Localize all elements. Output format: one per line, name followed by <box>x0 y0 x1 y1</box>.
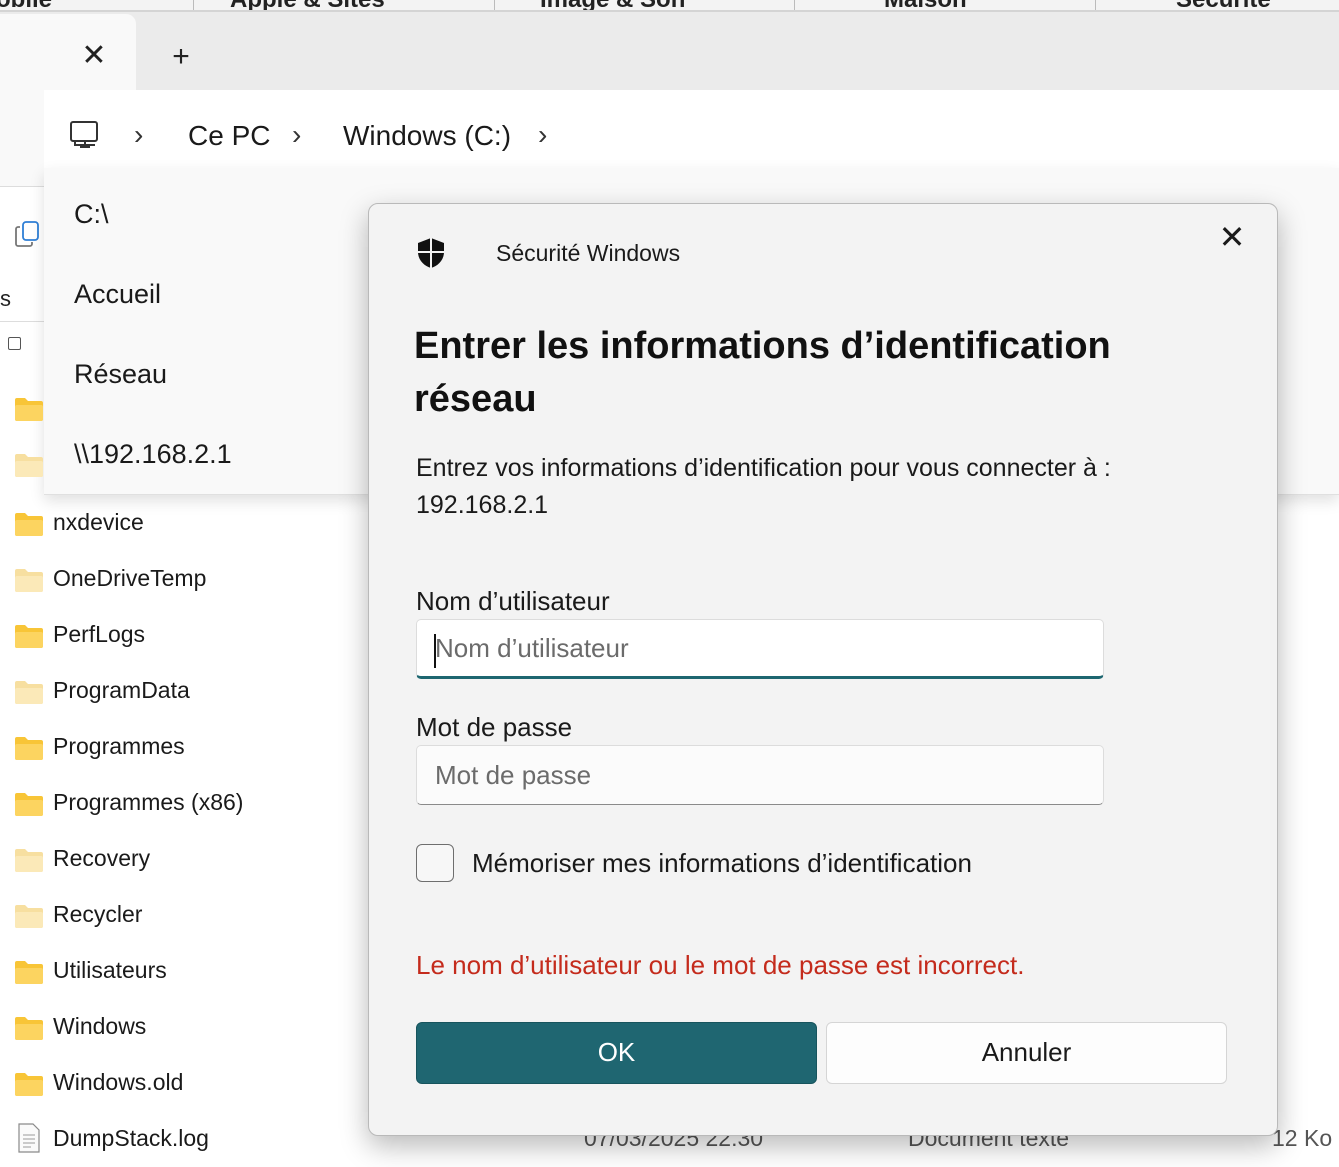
breadcrumb-windows-c[interactable]: Windows (C:) <box>343 118 511 154</box>
top-category-mobile[interactable]: Mobile <box>0 0 52 10</box>
suggestion-accueil[interactable]: Accueil <box>74 276 161 312</box>
dialog-app-name: Sécurité Windows <box>496 240 681 266</box>
breadcrumb-ce-pc[interactable]: Ce PC <box>188 118 270 154</box>
file-name: Utilisateurs <box>53 957 167 983</box>
column-header-divider <box>0 321 44 322</box>
breadcrumb-separator-icon[interactable]: › <box>292 118 301 152</box>
list-item[interactable] <box>0 388 360 432</box>
folder-icon <box>15 849 43 872</box>
list-item[interactable]: OneDriveTemp <box>0 559 360 603</box>
tab-bar <box>0 12 1339 90</box>
folder-icon <box>15 398 43 421</box>
error-message: Le nom d’utilisateur ou le mot de passe … <box>416 950 1025 980</box>
username-input[interactable] <box>416 619 1104 679</box>
new-tab-button[interactable]: + <box>164 40 198 74</box>
username-label: Nom d’utilisateur <box>416 586 610 616</box>
top-category-divider <box>494 0 495 10</box>
file-name: Programmes (x86) <box>53 789 244 815</box>
copy-icon[interactable] <box>14 220 40 248</box>
list-item[interactable]: DumpStack.log <box>0 1119 360 1163</box>
dialog-title: Entrer les informations d’identification… <box>414 325 1111 420</box>
file-name: Programmes <box>53 733 185 759</box>
top-category-divider <box>193 0 194 10</box>
file-name: Windows.old <box>53 1069 184 1095</box>
remember-credentials-label[interactable]: Mémoriser mes informations d’identificat… <box>472 846 972 880</box>
folder-icon <box>15 569 43 592</box>
file-name: PerfLogs <box>53 621 146 647</box>
suggestion-reseau[interactable]: Réseau <box>74 356 167 392</box>
shield-icon <box>414 236 448 270</box>
folder-icon <box>15 625 43 648</box>
breadcrumb-separator-icon[interactable]: › <box>134 118 143 152</box>
password-label: Mot de passe <box>416 712 573 742</box>
cancel-button[interactable]: Annuler <box>826 1022 1227 1084</box>
file-name: ProgramData <box>53 677 190 703</box>
computer-icon <box>68 118 102 152</box>
folder-icon <box>15 793 43 816</box>
list-item[interactable]: ProgramData <box>0 671 360 715</box>
list-item[interactable]: Windows.old <box>0 1063 360 1107</box>
top-category-divider <box>794 0 795 10</box>
truncated-column-header: s <box>0 286 11 311</box>
file-name: Windows <box>53 1013 147 1039</box>
ok-button[interactable]: OK <box>416 1022 817 1084</box>
folder-icon <box>15 1017 43 1040</box>
list-item[interactable]: Recycler <box>0 895 360 939</box>
dialog-close-button[interactable]: ✕ <box>1214 219 1250 255</box>
file-name: OneDriveTemp <box>53 565 207 591</box>
file-name: Recycler <box>53 901 143 927</box>
breadcrumb-separator-icon[interactable]: › <box>538 118 547 152</box>
folder-icon <box>15 681 43 704</box>
top-category-apple-sites[interactable]: Apple & Sites <box>230 0 385 10</box>
tab-current[interactable] <box>0 14 136 90</box>
list-item[interactable]: PerfLogs <box>0 615 360 659</box>
list-item[interactable]: Utilisateurs <box>0 951 360 995</box>
folder-icon <box>15 1073 43 1096</box>
remember-credentials-checkbox[interactable] <box>416 844 454 882</box>
dialog-target-address: 192.168.2.1 <box>416 491 549 519</box>
list-item[interactable]: Programmes (x86) <box>0 783 360 827</box>
list-item[interactable]: nxdevice <box>0 503 360 547</box>
top-category-strip: Mobile Apple & Sites Image & Son Maison … <box>0 0 1339 12</box>
list-item[interactable]: Programmes <box>0 727 360 771</box>
file-name: DumpStack.log <box>53 1125 209 1151</box>
explorer-toolbar-background <box>0 90 44 186</box>
dialog-description-line: Entrez vos informations d’identification… <box>416 454 1111 482</box>
select-all-checkbox[interactable] <box>8 337 21 350</box>
list-item[interactable]: Recovery <box>0 839 360 883</box>
list-item[interactable] <box>0 444 360 488</box>
suggestion-c-drive[interactable]: C:\ <box>74 196 109 232</box>
top-category-securite[interactable]: Sécurité <box>1176 0 1271 10</box>
folder-icon <box>15 905 43 928</box>
file-size: 12 Ko <box>1272 1125 1333 1151</box>
top-category-maison[interactable]: Maison <box>884 0 967 10</box>
file-name: Recovery <box>53 845 151 871</box>
close-tab-button[interactable]: ✕ <box>78 40 110 72</box>
top-category-divider <box>1095 0 1096 10</box>
dialog-description: Entrez vos informations d’identification… <box>416 450 1236 524</box>
explorer-divider <box>0 186 44 187</box>
file-name: nxdevice <box>53 509 144 535</box>
folder-icon <box>15 513 43 536</box>
text-document-icon <box>18 1123 40 1153</box>
folder-icon <box>15 737 43 760</box>
folder-icon <box>15 961 43 984</box>
text-cursor <box>434 634 436 668</box>
top-category-image-son[interactable]: Image & Son <box>540 0 685 10</box>
list-item[interactable]: Windows <box>0 1007 360 1051</box>
password-input[interactable] <box>416 745 1104 805</box>
folder-icon <box>15 454 43 477</box>
